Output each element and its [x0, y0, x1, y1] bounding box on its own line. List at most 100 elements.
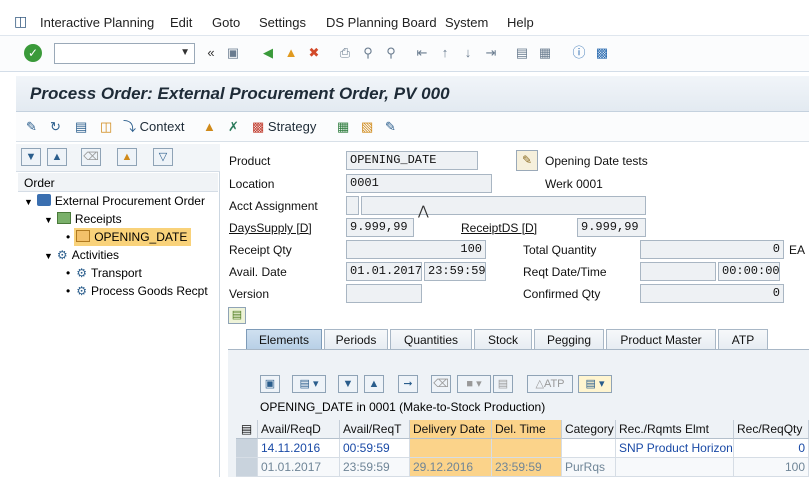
menu-edit[interactable]: Edit [170, 15, 192, 30]
customize-layout-icon[interactable]: ▩ [593, 44, 611, 62]
save-icon[interactable]: ▣ [224, 44, 242, 62]
cell-delivery-date[interactable] [410, 439, 492, 458]
cell-avail-reqd[interactable]: 14.11.2016 [258, 439, 340, 458]
days-supply-field[interactable]: 9.999,99 [346, 218, 414, 237]
cell-delivery-date[interactable]: 29.12.2016 [410, 458, 492, 477]
total-quantity-field[interactable]: 0 [640, 240, 784, 259]
tree-node-receipts[interactable]: ▼ Receipts [44, 210, 122, 228]
cell-category[interactable] [562, 439, 616, 458]
col-rec-rqmts-elmt[interactable]: Rec./Rqmts Elmt [616, 420, 734, 439]
layout-icon[interactable]: ▦ [337, 118, 349, 136]
edit-list-icon[interactable]: ✎ [385, 118, 396, 136]
exit-icon[interactable]: ▲ [282, 44, 300, 62]
alert-icon[interactable]: ▲ [203, 118, 216, 136]
strategy-button[interactable]: ▩ Strategy [252, 118, 316, 136]
location-field[interactable]: 0001 [346, 174, 492, 193]
avail-date-field[interactable]: 01.01.2017 [346, 262, 422, 281]
acct-assignment-indicator[interactable] [346, 196, 359, 215]
scroll-icon[interactable]: ◫ [100, 118, 112, 136]
details-icon[interactable]: ▣ [260, 375, 280, 393]
long-text-icon[interactable]: ✎ [516, 150, 538, 171]
expanded-triangle-icon[interactable]: ▼ [44, 251, 53, 261]
cell-rec-rqmts-elmt[interactable]: SNP Product Horizon [616, 439, 734, 458]
help-icon[interactable]: ⓘ [570, 44, 588, 62]
find-icon[interactable]: ⚲ [359, 44, 377, 62]
cell-avail-reqt[interactable]: 00:59:59 [340, 439, 410, 458]
col-rec-req-qty[interactable]: Rec/ReqQty [734, 420, 809, 439]
cell-rec-rqmts-elmt[interactable] [616, 458, 734, 477]
tree-node-opening-date[interactable]: • OPENING_DATE [66, 228, 192, 246]
tab-atp[interactable]: ATP [718, 329, 768, 350]
menu-interactive-planning[interactable]: Interactive Planning [40, 15, 154, 30]
expand-all-icon[interactable]: ▼ [21, 148, 41, 166]
edit-pencil-icon[interactable]: ✎ [26, 118, 37, 136]
col-category[interactable]: Category [562, 420, 616, 439]
tab-periods[interactable]: Periods [324, 329, 388, 350]
lock-dropdown-icon[interactable]: ■ ▾ [457, 375, 491, 393]
tab-stock[interactable]: Stock [474, 329, 532, 350]
chart-icon[interactable]: ▧ [361, 118, 373, 136]
avail-time-field[interactable]: 23:59:59 [424, 262, 486, 281]
previous-page-icon[interactable]: ↑ [436, 44, 454, 62]
system-menu-icon[interactable]: ◫ [14, 13, 27, 30]
reqt-time-field[interactable]: 00:00:00 [718, 262, 780, 281]
find-next-icon[interactable]: ⚲ [382, 44, 400, 62]
row-selector[interactable] [236, 458, 258, 477]
command-field[interactable]: ▼ [54, 43, 195, 64]
expanded-triangle-icon[interactable]: ▼ [24, 197, 33, 207]
new-element-dropdown-icon[interactable]: ▤ ▾ [578, 375, 612, 393]
menu-system[interactable]: System [445, 15, 488, 30]
atp-button[interactable]: △ATP [527, 375, 573, 393]
tree-node-external-procurement-order[interactable]: ▼ External Procurement Order [24, 192, 218, 210]
col-del-time[interactable]: Del. Time [492, 420, 562, 439]
cell-avail-reqt[interactable]: 23:59:59 [340, 458, 410, 477]
cell-del-time[interactable]: 23:59:59 [492, 458, 562, 477]
reqt-date-field[interactable] [640, 262, 716, 281]
delete-icon[interactable]: ⌫ [81, 148, 101, 166]
cell-avail-reqd[interactable]: 01.01.2017 [258, 458, 340, 477]
confirmed-qty-field[interactable]: 0 [640, 284, 784, 303]
context-button[interactable]: ⤵ Context [123, 118, 184, 136]
sort-ascending-icon[interactable]: ▼ [338, 375, 358, 393]
tab-quantities[interactable]: Quantities [390, 329, 472, 350]
col-avail-reqt[interactable]: Avail/ReqT [340, 420, 410, 439]
collapse-all-icon[interactable]: ▲ [47, 148, 67, 166]
menu-goto[interactable]: Goto [212, 15, 240, 30]
menu-ds-planning-board[interactable]: DS Planning Board [326, 15, 437, 30]
menu-settings[interactable]: Settings [259, 15, 306, 30]
cell-rec-req-qty[interactable]: 100 [734, 458, 809, 477]
cell-del-time[interactable] [492, 439, 562, 458]
next-page-icon[interactable]: ↓ [459, 44, 477, 62]
tools-icon[interactable]: ✗ [228, 118, 239, 136]
col-delivery-date[interactable]: Delivery Date [410, 420, 492, 439]
export-icon[interactable]: ➞ [398, 375, 418, 393]
tab-pegging[interactable]: Pegging [534, 329, 604, 350]
chevron-down-icon[interactable]: ▼ [180, 47, 190, 58]
tree-node-process-goods-recpt[interactable]: • ⚙ Process Goods Recpt [66, 282, 208, 300]
expanded-triangle-icon[interactable]: ▼ [44, 215, 53, 225]
acct-assignment-field[interactable] [361, 196, 646, 215]
sort-descending-icon[interactable]: ▲ [364, 375, 384, 393]
receipt-ds-field[interactable]: 9.999,99 [577, 218, 646, 237]
print-icon[interactable]: ⎙ [336, 44, 354, 62]
back-icon[interactable]: ◀ [259, 44, 277, 62]
col-avail-reqd[interactable]: Avail/ReqD [258, 420, 340, 439]
last-page-icon[interactable]: ⇥ [482, 44, 500, 62]
cell-category[interactable]: PurRqs [562, 458, 616, 477]
cell-rec-req-qty[interactable]: 0 [734, 439, 809, 458]
new-session-icon[interactable]: ▤ [513, 44, 531, 62]
row-selector[interactable] [236, 439, 258, 458]
warning-icon[interactable]: ▲ [117, 148, 137, 166]
tree-node-transport[interactable]: • ⚙ Transport [66, 264, 142, 282]
refresh-icon[interactable]: ↻ [50, 118, 61, 136]
filter-icon[interactable]: ▽ [153, 148, 173, 166]
sort-dropdown-icon[interactable]: ▤ ▾ [292, 375, 326, 393]
collapse-icon[interactable]: « [202, 44, 220, 62]
menu-help[interactable]: Help [507, 15, 534, 30]
enter-check-icon[interactable]: ✓ [24, 44, 42, 62]
receipt-qty-field[interactable]: 100 [346, 240, 486, 259]
tree-node-activities[interactable]: ▼ ⚙ Activities [44, 246, 119, 264]
notes-icon[interactable]: ▤ [75, 118, 87, 136]
version-field[interactable] [346, 284, 422, 303]
select-all-icon[interactable]: ▤ [236, 420, 258, 439]
